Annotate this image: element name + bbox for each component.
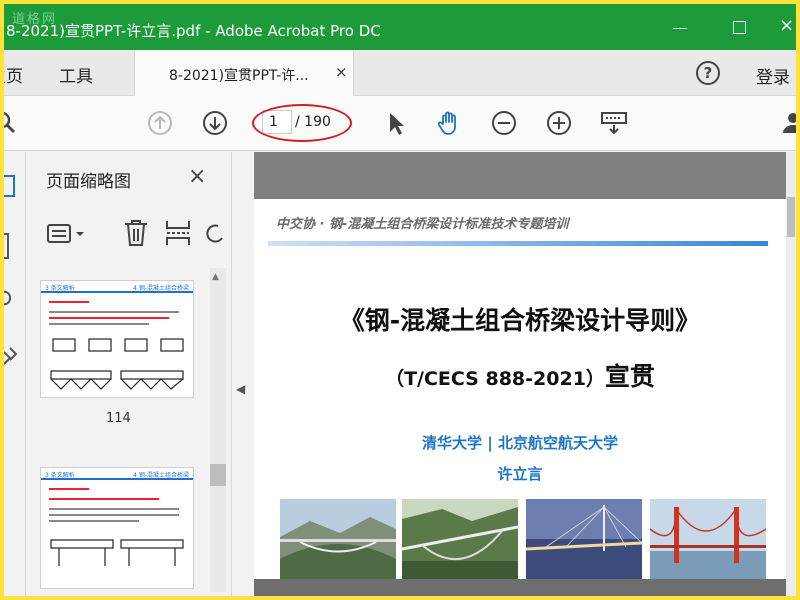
organizations: 清华大学 | 北京航空航天大学 [422, 434, 618, 452]
window-title: 8-2021)宣贯PPT-许立言.pdf - Adobe Acrobat Pro… [6, 22, 381, 40]
zoom-in-icon[interactable] [545, 109, 573, 137]
help-icon[interactable]: ? [696, 61, 720, 85]
thumbnail-text-line [49, 514, 179, 516]
thumbnail-diagram [50, 338, 184, 390]
document-header: 中交协 · 钢-混凝土组合桥梁设计标准技术专题培训 [276, 217, 569, 232]
tools-menu[interactable]: 工具 [59, 62, 93, 87]
page-gap [254, 152, 786, 199]
keyboard-icon[interactable] [600, 109, 628, 137]
bridge-photo [402, 499, 518, 579]
bridge-photo [280, 499, 396, 579]
toolbar: 1 / 190 [4, 96, 796, 151]
collapse-pane-handle[interactable]: ◀ [236, 382, 245, 396]
bridge-photo [650, 499, 766, 579]
menu-bar: 主页 工具 8-2021)宣贯PPT-许... × ? 登录 [4, 50, 796, 96]
bridge-photo [526, 499, 642, 579]
page-thumbnail[interactable]: 3 条文解析 4 钢-混凝土组合桥梁 [40, 467, 194, 589]
document-title: 《钢-混凝土组合桥梁设计导则》 [339, 306, 701, 335]
thumbnail-text-line [49, 317, 169, 319]
thumbnail-header: 3 条文解析 4 钢-混凝土组合桥梁 [41, 468, 193, 480]
rotate-icon[interactable] [204, 218, 224, 252]
title-bar: 道格网 8-2021)宣贯PPT-许立言.pdf - Adobe Acrobat… [4, 4, 796, 50]
close-window-button[interactable]: × [779, 16, 796, 36]
thumbnails-pane: 页面缩略图 × 3 条文解析 4 钢-混凝土组合桥梁 114 3 条文解析 4 … [26, 152, 232, 596]
red-annotation-oval [252, 104, 352, 142]
document-viewer: 中交协 · 钢-混凝土组合桥梁设计标准技术专题培训 《钢-混凝土组合桥梁设计导则… [254, 152, 796, 596]
thumbnail-scrollbar-thumb[interactable] [210, 464, 226, 486]
delete-icon[interactable] [122, 218, 150, 252]
page-thumbnail[interactable]: 3 条文解析 4 钢-混凝土组合桥梁 [40, 280, 194, 398]
thumbnail-scrollbar[interactable] [210, 268, 226, 592]
acrobat-window: 道格网 8-2021)宣贯PPT-许立言.pdf - Adobe Acrobat… [4, 4, 796, 596]
thumbnail-heading-line [49, 301, 89, 303]
document-tab[interactable]: 8-2021)宣贯PPT-许... × [134, 50, 354, 96]
insert-page-icon[interactable] [164, 218, 192, 252]
scroll-up-arrow[interactable]: ▲ [212, 272, 219, 282]
thumbnail-header-left: 3 条文解析 [45, 285, 75, 292]
thumbnail-heading-line [49, 488, 89, 490]
navigation-rail [4, 152, 26, 596]
rail-icons[interactable] [4, 152, 26, 392]
thumbnail-header: 3 条文解析 4 钢-混凝土组合桥梁 [41, 281, 193, 293]
thumbnail-text-line [49, 520, 139, 522]
previous-page-icon[interactable] [146, 109, 174, 137]
login-button[interactable]: 登录 [756, 63, 790, 88]
hand-tool-icon[interactable] [435, 109, 463, 137]
header-rule [268, 241, 768, 246]
thumbnail-header-right: 4 钢-混凝土组合桥梁 [133, 285, 189, 292]
subtitle-word: 宣贯 [604, 362, 655, 391]
thumbnail-tools [26, 212, 232, 256]
thumbnail-text-line [49, 311, 179, 313]
home-menu[interactable]: 主页 [4, 62, 23, 87]
search-icon[interactable] [4, 109, 20, 137]
author: 许立言 [497, 465, 543, 483]
close-pane-icon[interactable]: × [188, 164, 206, 189]
thumbnail-text-line [49, 498, 159, 500]
user-icon[interactable] [779, 109, 796, 137]
document-scrollbar-thumb[interactable] [787, 197, 795, 237]
maximize-button[interactable] [729, 16, 751, 36]
thumbnail-header-left: 3 条文解析 [45, 472, 75, 479]
thumbnail-text-line [49, 508, 179, 510]
close-tab-icon[interactable]: × [335, 63, 348, 81]
select-cursor-icon[interactable] [382, 109, 410, 137]
minimize-button[interactable] [669, 16, 691, 36]
thumbnail-diagram [50, 539, 184, 566]
thumbnail-page-number: 114 [106, 411, 131, 426]
document-scrollbar[interactable] [786, 152, 796, 596]
options-icon[interactable] [46, 222, 90, 250]
thumbnail-text-line [49, 323, 149, 325]
document-tab-label: 8-2021)宣贯PPT-许... [169, 68, 309, 84]
standard-code: （T/CECS 888-2021） [385, 368, 605, 390]
zoom-out-icon[interactable] [490, 109, 518, 137]
pane-title: 页面缩略图 [46, 172, 131, 192]
next-page-icon[interactable] [201, 109, 229, 137]
thumbnail-header-right: 4 钢-混凝土组合桥梁 [133, 472, 189, 479]
pdf-page: 中交协 · 钢-混凝土组合桥梁设计标准技术专题培训 《钢-混凝土组合桥梁设计导则… [254, 199, 786, 579]
document-subtitle: （T/CECS 888-2021）宣贯 [254, 357, 786, 393]
